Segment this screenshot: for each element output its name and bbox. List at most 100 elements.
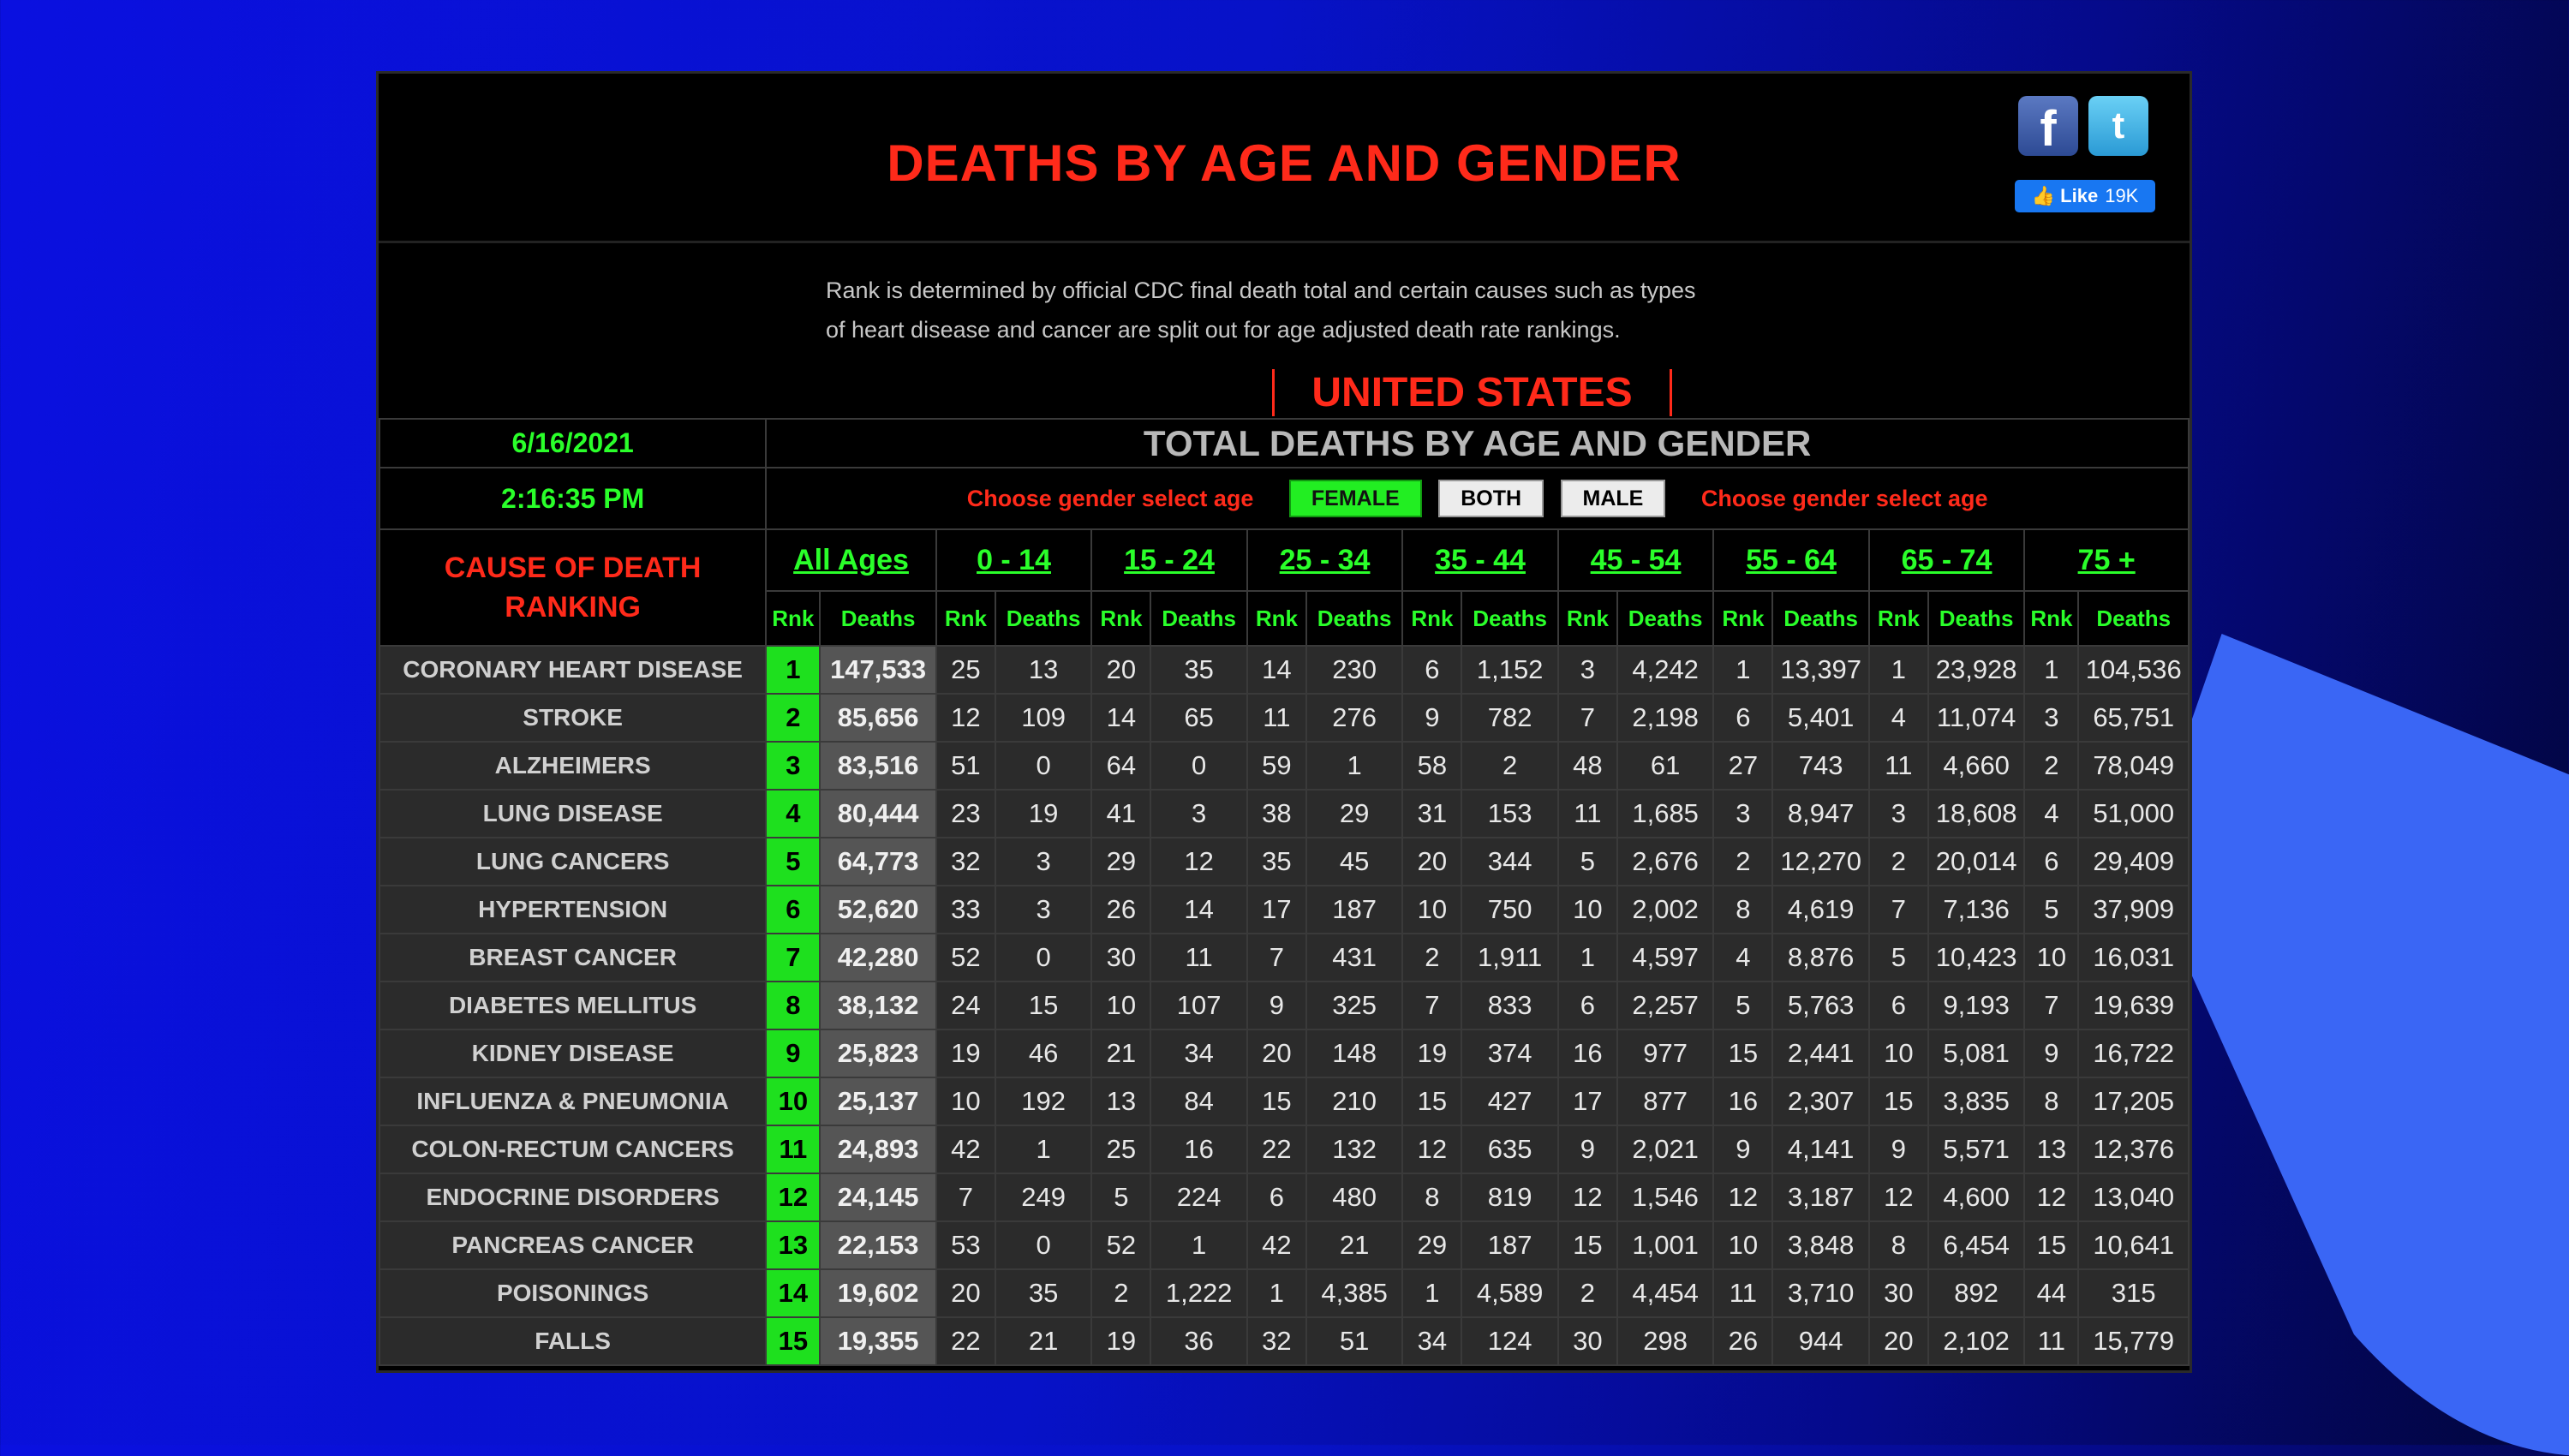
table-row[interactable]: FALLS 15 19,355 22 21 19 36 32 51 34 124 30 298 26 944… — [379, 1316, 2190, 1366]
age-deaths: 833 — [1461, 981, 1559, 1030]
age-deaths: 4,619 — [1771, 885, 1870, 934]
age-deaths: 51 — [1305, 1316, 1404, 1366]
deaths-panel: DEATHS BY AGE AND GENDER f t 👍 Like 19K R… — [376, 71, 2192, 1373]
table-row[interactable]: CORONARY HEART DISEASE 1 147,533 25 13 20 35 14… — [379, 645, 2190, 695]
table-row[interactable]: LUNG DISEASE 4 80,444 23 19 41 3 38 29 31 153 11 1,6… — [379, 789, 2190, 838]
cause-name: STROKE — [379, 693, 768, 743]
age-rank: 20 — [935, 1268, 996, 1318]
cause-name: POISONINGS — [379, 1268, 768, 1318]
age-deaths: 0 — [994, 933, 1093, 982]
gender-female-button[interactable]: FEMALE — [1288, 480, 1422, 517]
age-rank: 10 — [1401, 885, 1463, 934]
age-rank: 64 — [1090, 741, 1152, 791]
age-rank: 4 — [1712, 933, 1774, 982]
table-row[interactable]: KIDNEY DISEASE 9 25,823 19 46 21 34 20 148 19 374 1… — [379, 1029, 2190, 1078]
rank-column-header: Rnk — [2023, 590, 2080, 647]
table-row[interactable]: HYPERTENSION 6 52,620 33 3 26 14 17 187 10 750 10 2,… — [379, 885, 2190, 934]
total-deaths: 24,893 — [819, 1125, 937, 1174]
cause-name: ALZHEIMERS — [379, 741, 768, 791]
age-rank: 52 — [1090, 1220, 1152, 1270]
age-group-header: 55 - 64 — [1712, 528, 1870, 592]
age-deaths: 480 — [1305, 1173, 1404, 1222]
age-group-link[interactable]: 65 - 74 — [1902, 544, 1992, 576]
age-group-link[interactable]: 55 - 64 — [1746, 544, 1837, 576]
age-group-header: All Ages — [765, 528, 937, 592]
age-rank: 25 — [935, 645, 996, 695]
total-deaths: 19,355 — [819, 1316, 937, 1366]
cause-header-line: RANKING — [505, 591, 641, 624]
table-row[interactable]: STROKE 2 85,656 12 109 14 65 11 276 9 782 7 2,198 6 5,… — [379, 693, 2190, 743]
total-deaths: 25,823 — [819, 1029, 937, 1078]
age-deaths: 1,546 — [1616, 1173, 1715, 1222]
age-deaths: 21 — [1305, 1220, 1404, 1270]
age-deaths: 944 — [1771, 1316, 1870, 1366]
age-rank: 6 — [1867, 981, 1929, 1030]
table-row[interactable]: ALZHEIMERS 3 83,516 51 0 64 0 59 1 58 2 48 61 27 743 11… — [379, 741, 2190, 791]
table-row[interactable]: INFLUENZA & PNEUMONIA 10 25,137 10 192 13 84 15… — [379, 1077, 2190, 1126]
like-label: Like — [2060, 185, 2099, 206]
age-deaths: 4,141 — [1771, 1125, 1870, 1174]
age-rank: 20 — [1401, 837, 1463, 886]
age-group-link[interactable]: All Ages — [793, 544, 909, 576]
age-group-link[interactable]: 75 + — [2078, 544, 2136, 576]
age-rank: 15 — [2023, 1220, 2080, 1270]
table-row[interactable]: DIABETES MELLITUS 8 38,132 24 15 10 107 9 325 7 83… — [379, 981, 2190, 1030]
age-deaths: 11,074 — [1927, 693, 2026, 743]
age-group-link[interactable]: 15 - 24 — [1124, 544, 1215, 576]
age-deaths: 3,835 — [1927, 1077, 2026, 1126]
age-rank: 27 — [1712, 741, 1774, 791]
table-row[interactable]: COLON-RECTUM CANCERS 11 24,893 42 1 25 16 22 132… — [379, 1125, 2190, 1174]
age-deaths: 2,002 — [1616, 885, 1715, 934]
table-row[interactable]: POISONINGS 14 19,602 20 35 2 1,222 1 4,385 1 4,589… — [379, 1268, 2190, 1318]
gender-both-button[interactable]: BOTH — [1438, 480, 1544, 517]
age-rank: 13 — [2023, 1125, 2080, 1174]
age-rank: 11 — [2023, 1316, 2080, 1366]
age-rank: 32 — [935, 837, 996, 886]
twitter-icon[interactable]: t — [2088, 96, 2148, 156]
age-rank: 12 — [2023, 1173, 2080, 1222]
age-deaths: 1 — [994, 1125, 1093, 1174]
table-row[interactable]: LUNG CANCERS 5 64,773 32 3 29 12 35 45 20 344 5 2,67… — [379, 837, 2190, 886]
age-rank: 9 — [2023, 1029, 2080, 1078]
age-rank: 21 — [1090, 1029, 1152, 1078]
age-deaths: 46 — [994, 1029, 1093, 1078]
age-group-link[interactable]: 25 - 34 — [1280, 544, 1371, 576]
age-rank: 23 — [935, 789, 996, 838]
age-group-link[interactable]: 45 - 54 — [1591, 544, 1682, 576]
age-deaths: 15 — [994, 981, 1093, 1030]
age-rank: 3 — [2023, 693, 2080, 743]
date-display: 6/16/2021 — [379, 418, 768, 468]
age-deaths: 19 — [994, 789, 1093, 838]
age-deaths: 2,102 — [1927, 1316, 2026, 1366]
overall-rank: 6 — [765, 885, 821, 934]
table-row[interactable]: PANCREAS CANCER 13 22,153 53 0 52 1 42 21 29 187 15… — [379, 1220, 2190, 1270]
age-rank: 59 — [1246, 741, 1307, 791]
total-deaths: 80,444 — [819, 789, 937, 838]
age-deaths: 132 — [1305, 1125, 1404, 1174]
age-rank: 17 — [1246, 885, 1307, 934]
age-group-link[interactable]: 35 - 44 — [1435, 544, 1526, 576]
gender-male-button[interactable]: MALE — [1560, 480, 1666, 517]
age-rank: 30 — [1867, 1268, 1929, 1318]
table-row[interactable]: ENDOCRINE DISORDERS 12 24,145 7 249 5 224 6 480 8… — [379, 1173, 2190, 1222]
age-rank: 3 — [1712, 789, 1774, 838]
age-deaths: 107 — [1150, 981, 1248, 1030]
age-group-link[interactable]: 0 - 14 — [977, 544, 1051, 576]
facebook-icon[interactable]: f — [2018, 96, 2078, 157]
age-deaths: 12,376 — [2077, 1125, 2190, 1174]
age-deaths: 427 — [1461, 1077, 1559, 1126]
age-rank: 9 — [1556, 1125, 1618, 1174]
age-rank: 30 — [1090, 933, 1152, 982]
age-rank: 5 — [1090, 1173, 1152, 1222]
age-deaths: 104,536 — [2077, 645, 2190, 695]
age-deaths: 1,152 — [1461, 645, 1559, 695]
overall-rank: 9 — [765, 1029, 821, 1078]
age-rank: 42 — [935, 1125, 996, 1174]
table-row[interactable]: BREAST CANCER 7 42,280 52 0 30 11 7 431 2 1,911 1 4,… — [379, 933, 2190, 982]
ranking-note-line: Rank is determined by official CDC final… — [826, 277, 1696, 303]
rank-column-header: Rnk — [935, 590, 996, 647]
cause-header-line: CAUSE OF DEATH — [444, 552, 702, 584]
facebook-like-button[interactable]: 👍 Like 19K — [2015, 180, 2155, 212]
overall-rank: 7 — [765, 933, 821, 982]
age-rank: 3 — [1556, 645, 1618, 695]
